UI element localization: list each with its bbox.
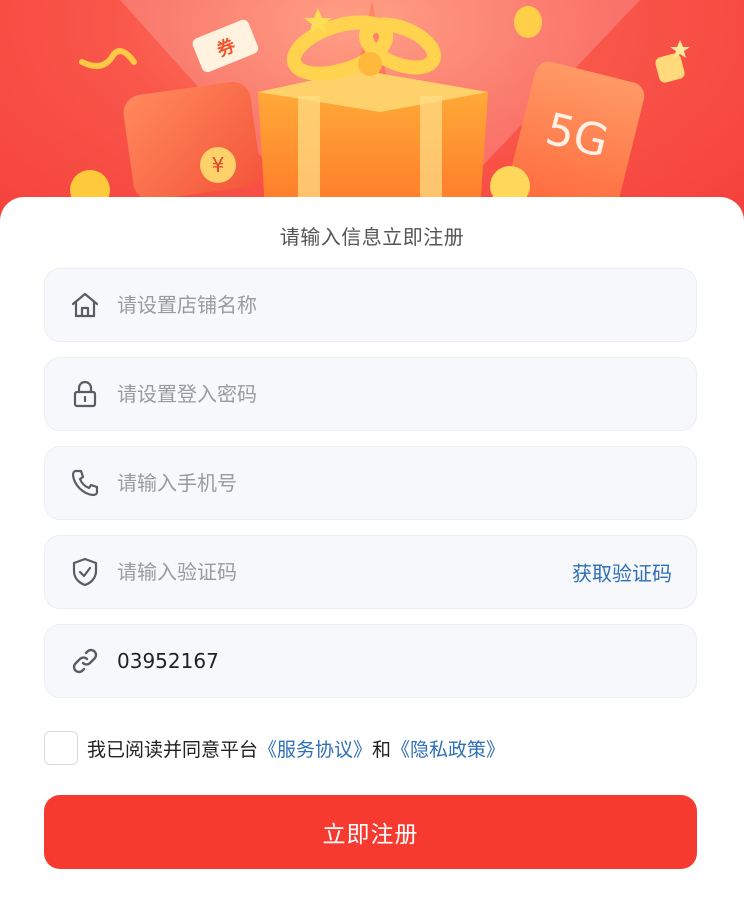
agreement-and-text: 和 [372,738,392,761]
phone-icon [69,467,101,499]
banner-illustration: ¥ 券 5G [70,0,690,224]
home-icon [69,289,101,321]
store-name-field[interactable] [44,268,697,342]
store-name-input[interactable] [117,269,567,341]
privacy-policy-link[interactable]: 《隐私政策》 [391,735,505,762]
promo-banner: ¥ 券 5G [0,0,744,230]
coin [514,6,542,38]
verification-code-input[interactable] [117,536,537,608]
envelope-symbol: ¥ [212,153,225,177]
agreement-checkbox[interactable] [44,731,78,765]
shield-check-icon [69,556,101,588]
coin [655,53,685,83]
lock-icon [69,378,101,410]
password-field[interactable] [44,357,697,431]
red-envelope: ¥ [123,81,261,201]
agreement-text: 我已阅读并同意平台 [87,738,259,761]
password-input[interactable] [117,358,567,430]
verification-code-field[interactable]: 获取验证码 [44,535,697,609]
form-title: 请输入信息立即注册 [279,225,465,249]
link-icon [69,645,101,677]
invite-code-input[interactable] [117,625,567,697]
ribbon-streamer [79,48,137,69]
register-button[interactable]: 立即注册 [44,795,697,869]
phone-input[interactable] [117,447,567,519]
get-code-button[interactable]: 获取验证码 [572,558,672,587]
invite-code-field[interactable] [44,624,697,698]
register-form-card: 请输入信息立即注册 请设置店铺名称 请输入手机号 请输入验证码 获取验证码 03… [0,197,744,901]
phone-field[interactable] [44,446,697,520]
agreement-row: 我已阅读并同意平台 《服务协议》 和 《隐私政策》 [44,730,505,766]
register-page: ¥ 券 5G 请输入信息立即注册 请设置店铺名称 请输入手机号 请输入验证码 获… [0,0,744,901]
service-agreement-link[interactable]: 《服务协议》 [258,735,372,762]
